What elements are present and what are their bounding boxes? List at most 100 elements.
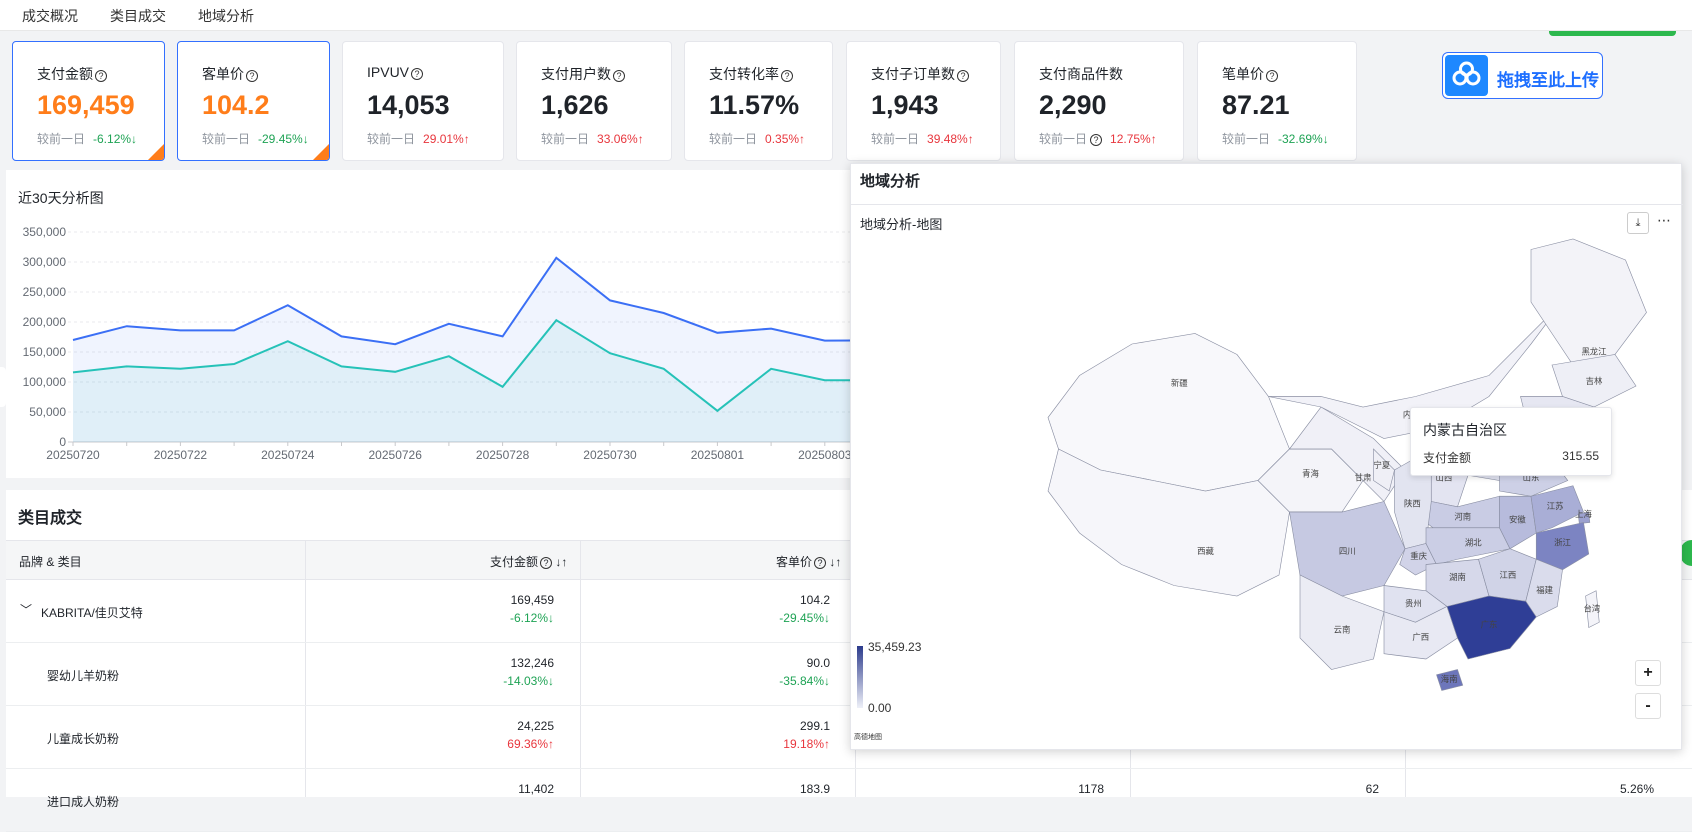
map-tooltip: 内蒙古自治区 支付金额 315.55 [1410,407,1612,476]
help-icon[interactable]: ? [540,557,553,569]
help-icon[interactable]: ? [95,70,107,82]
row-amount-change: 69.36%↑ [507,737,554,751]
cloud-upload-icon [1445,55,1488,96]
kpi-change: 12.75%↑ [1110,132,1157,146]
tab-overview[interactable]: 成交概况 [22,6,78,26]
help-icon[interactable]: ? [246,70,258,82]
map-region-label: 安徽 [1509,515,1526,525]
kpi-value: 14,053 [367,90,450,120]
trend-chart-panel: 近30天分析图 350,000 300,000 250,000 200,000 150,… [6,170,852,478]
y-tick-label: 300,000 [23,255,67,269]
map-attribution: 高德地图 [854,734,882,741]
legend-max: 35,459.23 [868,640,922,654]
table-row[interactable]: 进口成人奶粉 11,402 183.9 1178 62 5.26% [6,769,1692,832]
tab-region[interactable]: 地域分析 [198,6,254,26]
sort-icon[interactable]: ↓↑ [829,555,841,569]
x-tick-label: 20250726 [369,448,423,462]
kpi-label: 支付用户数? [541,64,625,84]
tooltip-region: 内蒙古自治区 [1423,422,1507,438]
row-amount: 169,459 [510,593,554,607]
map-region-label: 广东 [1481,620,1498,630]
color-scale-bar [857,646,863,708]
kpi-compare: 较前一日 -6.12%↓ [37,132,138,146]
x-tick-label: 20250730 [583,448,637,462]
header-price[interactable]: 客单价? ↓↑ [776,553,841,570]
x-tick-label: 20250803 [798,448,852,462]
row-amount: 132,246 [510,656,554,670]
kpi-card[interactable]: 支付子订单数? 1,943 较前一日 39.48%↑ [846,41,1001,161]
row-price: 183.9 [799,782,830,796]
map-region-label: 西藏 [1197,546,1214,556]
kpi-card[interactable]: 支付金额? 169,459 较前一日 -6.12%↓ [12,41,165,161]
y-tick-label: 0 [59,435,66,449]
kpi-change: -29.45%↓ [258,132,309,146]
y-tick-label: 100,000 [23,375,67,389]
tab-category[interactable]: 类目成交 [110,6,166,26]
kpi-card[interactable]: 支付商品件数 2,290 较前一日? 12.75%↑ [1014,41,1184,161]
kpi-value: 1,626 [541,90,609,120]
x-tick-label: 20250728 [476,448,530,462]
row-name: KABRITA/佳贝艾特 [41,606,143,620]
row-price: 104.2 [799,593,830,607]
y-tick-label: 200,000 [23,315,67,329]
tooltip-value: 315.55 [1562,449,1599,463]
row-extra-3: 5.26% [1619,782,1654,796]
header-brand: 品牌 & 类目 [19,555,82,569]
kpi-card[interactable]: 支付用户数? 1,626 较前一日 33.06%↑ [516,41,672,161]
kpi-value: 104.2 [202,90,270,120]
x-tick-label: 20250724 [261,448,315,462]
row-price-change: -35.84%↓ [779,674,830,688]
help-icon[interactable]: ? [957,70,969,82]
map-region-label: 云南 [1334,625,1351,635]
kpi-compare: 较前一日 -29.45%↓ [202,132,309,146]
kpi-compare: 较前一日 33.06%↑ [541,132,644,146]
kpi-card[interactable]: 支付转化率? 11.57% 较前一日 0.35%↑ [684,41,833,161]
kpi-change: -6.12%↓ [93,132,138,146]
header-amount[interactable]: 支付金额? ↓↑ [490,553,567,570]
kpi-change: 0.35%↑ [765,132,806,146]
kpi-label: 笔单价? [1222,64,1278,84]
map-region-label: 台湾 [1584,604,1601,614]
help-icon[interactable]: ? [613,70,625,82]
kpi-label: 客单价? [202,64,258,84]
kpi-value: 1,943 [871,90,939,120]
map-region-label: 吉林 [1586,376,1603,386]
chevron-down-icon[interactable]: ﹀ [20,601,32,618]
kpi-card[interactable]: IPVUV? 14,053 较前一日 29.01%↑ [342,41,504,161]
kpi-card[interactable]: 客单价? 104.2 较前一日 -29.45%↓ [177,41,330,161]
kpi-compare: 较前一日 -32.69%↓ [1222,132,1329,146]
x-tick-label: 20250722 [154,448,208,462]
selected-corner [148,144,164,160]
zoom-out-button[interactable]: - [1635,693,1661,719]
zoom-in-button[interactable]: + [1635,660,1661,686]
region-map-panel: 地域分析 地域分析-地图 ⤓ ⋯ 新疆西藏青海甘肃内蒙古黑龙江吉林辽宁北京河北山… [850,163,1683,750]
kpi-compare: 较前一日 39.48%↑ [871,132,974,146]
help-icon[interactable]: ? [1090,134,1103,146]
map-region-label: 贵州 [1405,599,1422,609]
kpi-value: 169,459 [37,90,135,120]
kpi-change: 39.48%↑ [927,132,974,146]
help-icon[interactable]: ? [814,557,827,569]
upload-label: 拖拽至此上传 [1497,71,1599,90]
sort-icon[interactable]: ↓↑ [555,555,567,569]
help-icon[interactable]: ? [781,70,793,82]
help-icon[interactable]: ? [411,68,424,80]
map-region-label: 江西 [1500,570,1517,580]
green-action-strip[interactable] [1549,31,1676,36]
kpi-label: 支付子订单数? [871,64,969,84]
kpi-change: 33.06%↑ [597,132,644,146]
map-region-label: 湖北 [1465,538,1482,548]
upload-drop-zone[interactable]: 拖拽至此上传 [1442,52,1603,99]
y-tick-label: 150,000 [23,345,67,359]
kpi-label: 支付商品件数 [1039,66,1123,82]
kpi-value: 87.21 [1222,90,1290,120]
kpi-change: 29.01%↑ [423,132,470,146]
kpi-card[interactable]: 笔单价? 87.21 较前一日 -32.69%↓ [1197,41,1357,161]
legend-min: 0.00 [868,701,892,715]
map-region-label: 湖南 [1449,572,1466,582]
help-icon[interactable]: ? [1266,70,1278,82]
map-region-label: 重庆 [1410,551,1427,561]
map-region-label: 海南 [1441,674,1458,684]
kpi-compare: 较前一日 0.35%↑ [709,132,806,146]
map-region-label: 四川 [1339,546,1356,556]
